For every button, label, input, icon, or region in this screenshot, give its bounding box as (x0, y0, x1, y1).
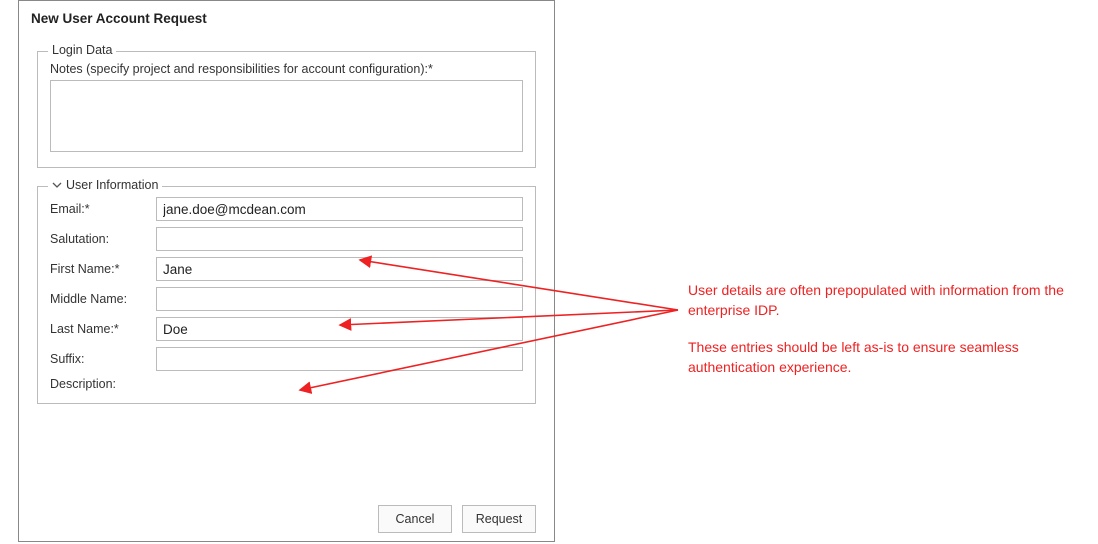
label-salutation: Salutation: (50, 232, 156, 246)
row-email: Email:* (50, 197, 523, 221)
last-name-field[interactable] (156, 317, 523, 341)
annotation-para-2: These entries should be left as-is to en… (688, 337, 1068, 378)
suffix-field[interactable] (156, 347, 523, 371)
login-data-panel: Login Data Notes (specify project and re… (37, 51, 536, 168)
annotation-text: User details are often prepopulated with… (688, 280, 1068, 393)
label-description: Description: (50, 377, 523, 391)
request-button[interactable]: Request (462, 505, 536, 533)
row-last-name: Last Name:* (50, 317, 523, 341)
user-information-panel: User Information Email:* Salutation: Fir… (37, 186, 536, 404)
label-middle-name: Middle Name: (50, 292, 156, 306)
first-name-field[interactable] (156, 257, 523, 281)
chevron-down-icon (52, 180, 62, 190)
row-suffix: Suffix: (50, 347, 523, 371)
notes-textarea[interactable] (50, 80, 523, 152)
dialog-body[interactable]: Login Data Notes (specify project and re… (29, 33, 548, 497)
user-information-legend-text: User Information (66, 178, 158, 192)
row-first-name: First Name:* (50, 257, 523, 281)
notes-label: Notes (specify project and responsibilit… (50, 62, 523, 76)
email-field[interactable] (156, 197, 523, 221)
login-data-legend: Login Data (48, 43, 116, 57)
row-middle-name: Middle Name: (50, 287, 523, 311)
salutation-field[interactable] (156, 227, 523, 251)
new-user-request-dialog: New User Account Request Login Data Note… (18, 0, 555, 542)
label-last-name: Last Name:* (50, 322, 156, 336)
label-email: Email:* (50, 202, 156, 216)
label-suffix: Suffix: (50, 352, 156, 366)
label-first-name: First Name:* (50, 262, 156, 276)
user-information-legend[interactable]: User Information (48, 178, 162, 192)
dialog-footer: Cancel Request (19, 497, 554, 541)
scroll-content-spacer (29, 404, 544, 464)
annotation-para-1: User details are often prepopulated with… (688, 280, 1068, 321)
middle-name-field[interactable] (156, 287, 523, 311)
cancel-button[interactable]: Cancel (378, 505, 452, 533)
row-salutation: Salutation: (50, 227, 523, 251)
dialog-title: New User Account Request (19, 1, 554, 32)
